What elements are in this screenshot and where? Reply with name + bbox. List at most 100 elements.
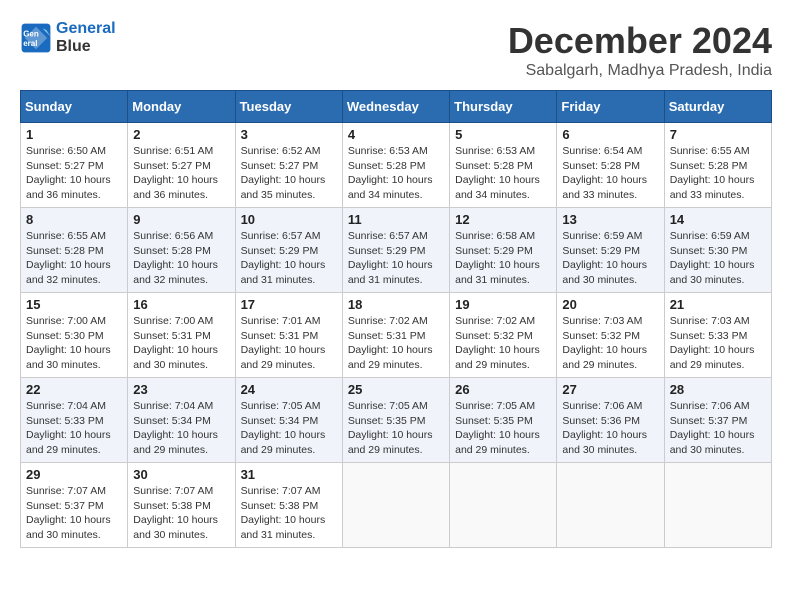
day-cell: 12 Sunrise: 6:58 AM Sunset: 5:29 PM Dayl… <box>450 208 557 293</box>
day-info: Sunrise: 7:00 AM Sunset: 5:31 PM Dayligh… <box>133 314 229 373</box>
day-cell: 29 Sunrise: 7:07 AM Sunset: 5:37 PM Dayl… <box>21 463 128 548</box>
calendar-table: SundayMondayTuesdayWednesdayThursdayFrid… <box>20 90 772 548</box>
day-number: 30 <box>133 467 229 482</box>
day-cell: 4 Sunrise: 6:53 AM Sunset: 5:28 PM Dayli… <box>342 123 449 208</box>
day-cell: 17 Sunrise: 7:01 AM Sunset: 5:31 PM Dayl… <box>235 293 342 378</box>
day-info: Sunrise: 6:56 AM Sunset: 5:28 PM Dayligh… <box>133 229 229 288</box>
day-cell: 25 Sunrise: 7:05 AM Sunset: 5:35 PM Dayl… <box>342 378 449 463</box>
day-number: 24 <box>241 382 337 397</box>
day-info: Sunrise: 7:03 AM Sunset: 5:33 PM Dayligh… <box>670 314 766 373</box>
day-number: 3 <box>241 127 337 142</box>
day-number: 8 <box>26 212 122 227</box>
day-info: Sunrise: 7:03 AM Sunset: 5:32 PM Dayligh… <box>562 314 658 373</box>
day-number: 21 <box>670 297 766 312</box>
day-info: Sunrise: 7:06 AM Sunset: 5:36 PM Dayligh… <box>562 399 658 458</box>
day-info: Sunrise: 6:53 AM Sunset: 5:28 PM Dayligh… <box>348 144 444 203</box>
day-info: Sunrise: 7:05 AM Sunset: 5:34 PM Dayligh… <box>241 399 337 458</box>
day-info: Sunrise: 7:07 AM Sunset: 5:37 PM Dayligh… <box>26 484 122 543</box>
location-title: Sabalgarh, Madhya Pradesh, India <box>508 62 772 80</box>
day-cell: 22 Sunrise: 7:04 AM Sunset: 5:33 PM Dayl… <box>21 378 128 463</box>
day-cell <box>342 463 449 548</box>
month-title: December 2024 <box>508 20 772 62</box>
day-number: 13 <box>562 212 658 227</box>
day-number: 11 <box>348 212 444 227</box>
day-number: 10 <box>241 212 337 227</box>
day-cell: 13 Sunrise: 6:59 AM Sunset: 5:29 PM Dayl… <box>557 208 664 293</box>
day-cell: 20 Sunrise: 7:03 AM Sunset: 5:32 PM Dayl… <box>557 293 664 378</box>
day-number: 18 <box>348 297 444 312</box>
day-cell: 2 Sunrise: 6:51 AM Sunset: 5:27 PM Dayli… <box>128 123 235 208</box>
week-row-5: 29 Sunrise: 7:07 AM Sunset: 5:37 PM Dayl… <box>21 463 772 548</box>
day-cell: 23 Sunrise: 7:04 AM Sunset: 5:34 PM Dayl… <box>128 378 235 463</box>
day-info: Sunrise: 6:57 AM Sunset: 5:29 PM Dayligh… <box>241 229 337 288</box>
day-cell: 28 Sunrise: 7:06 AM Sunset: 5:37 PM Dayl… <box>664 378 771 463</box>
day-cell: 24 Sunrise: 7:05 AM Sunset: 5:34 PM Dayl… <box>235 378 342 463</box>
day-info: Sunrise: 6:57 AM Sunset: 5:29 PM Dayligh… <box>348 229 444 288</box>
day-number: 7 <box>670 127 766 142</box>
day-number: 28 <box>670 382 766 397</box>
day-number: 12 <box>455 212 551 227</box>
header-cell-friday: Friday <box>557 91 664 123</box>
logo: Gen eral General Blue <box>20 20 116 55</box>
day-number: 9 <box>133 212 229 227</box>
day-cell <box>664 463 771 548</box>
day-cell: 10 Sunrise: 6:57 AM Sunset: 5:29 PM Dayl… <box>235 208 342 293</box>
day-info: Sunrise: 7:04 AM Sunset: 5:33 PM Dayligh… <box>26 399 122 458</box>
day-number: 5 <box>455 127 551 142</box>
day-info: Sunrise: 7:07 AM Sunset: 5:38 PM Dayligh… <box>133 484 229 543</box>
svg-text:eral: eral <box>23 39 37 48</box>
day-number: 1 <box>26 127 122 142</box>
day-cell: 11 Sunrise: 6:57 AM Sunset: 5:29 PM Dayl… <box>342 208 449 293</box>
day-cell: 8 Sunrise: 6:55 AM Sunset: 5:28 PM Dayli… <box>21 208 128 293</box>
day-cell: 30 Sunrise: 7:07 AM Sunset: 5:38 PM Dayl… <box>128 463 235 548</box>
day-number: 14 <box>670 212 766 227</box>
day-number: 29 <box>26 467 122 482</box>
logo-text: General Blue <box>56 20 116 55</box>
day-cell: 5 Sunrise: 6:53 AM Sunset: 5:28 PM Dayli… <box>450 123 557 208</box>
day-cell: 26 Sunrise: 7:05 AM Sunset: 5:35 PM Dayl… <box>450 378 557 463</box>
day-cell: 3 Sunrise: 6:52 AM Sunset: 5:27 PM Dayli… <box>235 123 342 208</box>
header-cell-tuesday: Tuesday <box>235 91 342 123</box>
day-cell: 21 Sunrise: 7:03 AM Sunset: 5:33 PM Dayl… <box>664 293 771 378</box>
day-number: 17 <box>241 297 337 312</box>
day-cell: 6 Sunrise: 6:54 AM Sunset: 5:28 PM Dayli… <box>557 123 664 208</box>
day-info: Sunrise: 7:05 AM Sunset: 5:35 PM Dayligh… <box>348 399 444 458</box>
day-number: 16 <box>133 297 229 312</box>
header-cell-thursday: Thursday <box>450 91 557 123</box>
day-cell <box>557 463 664 548</box>
day-info: Sunrise: 6:50 AM Sunset: 5:27 PM Dayligh… <box>26 144 122 203</box>
day-info: Sunrise: 6:59 AM Sunset: 5:29 PM Dayligh… <box>562 229 658 288</box>
header-cell-wednesday: Wednesday <box>342 91 449 123</box>
day-info: Sunrise: 7:05 AM Sunset: 5:35 PM Dayligh… <box>455 399 551 458</box>
day-info: Sunrise: 6:55 AM Sunset: 5:28 PM Dayligh… <box>670 144 766 203</box>
day-info: Sunrise: 7:02 AM Sunset: 5:32 PM Dayligh… <box>455 314 551 373</box>
logo-icon: Gen eral <box>20 22 52 54</box>
day-number: 4 <box>348 127 444 142</box>
day-cell: 14 Sunrise: 6:59 AM Sunset: 5:30 PM Dayl… <box>664 208 771 293</box>
day-info: Sunrise: 7:04 AM Sunset: 5:34 PM Dayligh… <box>133 399 229 458</box>
day-number: 15 <box>26 297 122 312</box>
day-cell: 7 Sunrise: 6:55 AM Sunset: 5:28 PM Dayli… <box>664 123 771 208</box>
day-cell: 15 Sunrise: 7:00 AM Sunset: 5:30 PM Dayl… <box>21 293 128 378</box>
day-info: Sunrise: 7:01 AM Sunset: 5:31 PM Dayligh… <box>241 314 337 373</box>
week-row-1: 1 Sunrise: 6:50 AM Sunset: 5:27 PM Dayli… <box>21 123 772 208</box>
day-number: 22 <box>26 382 122 397</box>
day-info: Sunrise: 6:55 AM Sunset: 5:28 PM Dayligh… <box>26 229 122 288</box>
week-row-3: 15 Sunrise: 7:00 AM Sunset: 5:30 PM Dayl… <box>21 293 772 378</box>
day-cell: 19 Sunrise: 7:02 AM Sunset: 5:32 PM Dayl… <box>450 293 557 378</box>
svg-text:Gen: Gen <box>23 29 39 38</box>
header-cell-sunday: Sunday <box>21 91 128 123</box>
day-number: 2 <box>133 127 229 142</box>
day-info: Sunrise: 7:07 AM Sunset: 5:38 PM Dayligh… <box>241 484 337 543</box>
day-info: Sunrise: 7:02 AM Sunset: 5:31 PM Dayligh… <box>348 314 444 373</box>
week-row-4: 22 Sunrise: 7:04 AM Sunset: 5:33 PM Dayl… <box>21 378 772 463</box>
day-info: Sunrise: 6:58 AM Sunset: 5:29 PM Dayligh… <box>455 229 551 288</box>
title-section: December 2024 Sabalgarh, Madhya Pradesh,… <box>508 20 772 80</box>
day-cell: 18 Sunrise: 7:02 AM Sunset: 5:31 PM Dayl… <box>342 293 449 378</box>
week-row-2: 8 Sunrise: 6:55 AM Sunset: 5:28 PM Dayli… <box>21 208 772 293</box>
header: Gen eral General Blue December 2024 Saba… <box>20 20 772 80</box>
day-cell <box>450 463 557 548</box>
day-info: Sunrise: 6:59 AM Sunset: 5:30 PM Dayligh… <box>670 229 766 288</box>
day-info: Sunrise: 6:53 AM Sunset: 5:28 PM Dayligh… <box>455 144 551 203</box>
day-number: 26 <box>455 382 551 397</box>
